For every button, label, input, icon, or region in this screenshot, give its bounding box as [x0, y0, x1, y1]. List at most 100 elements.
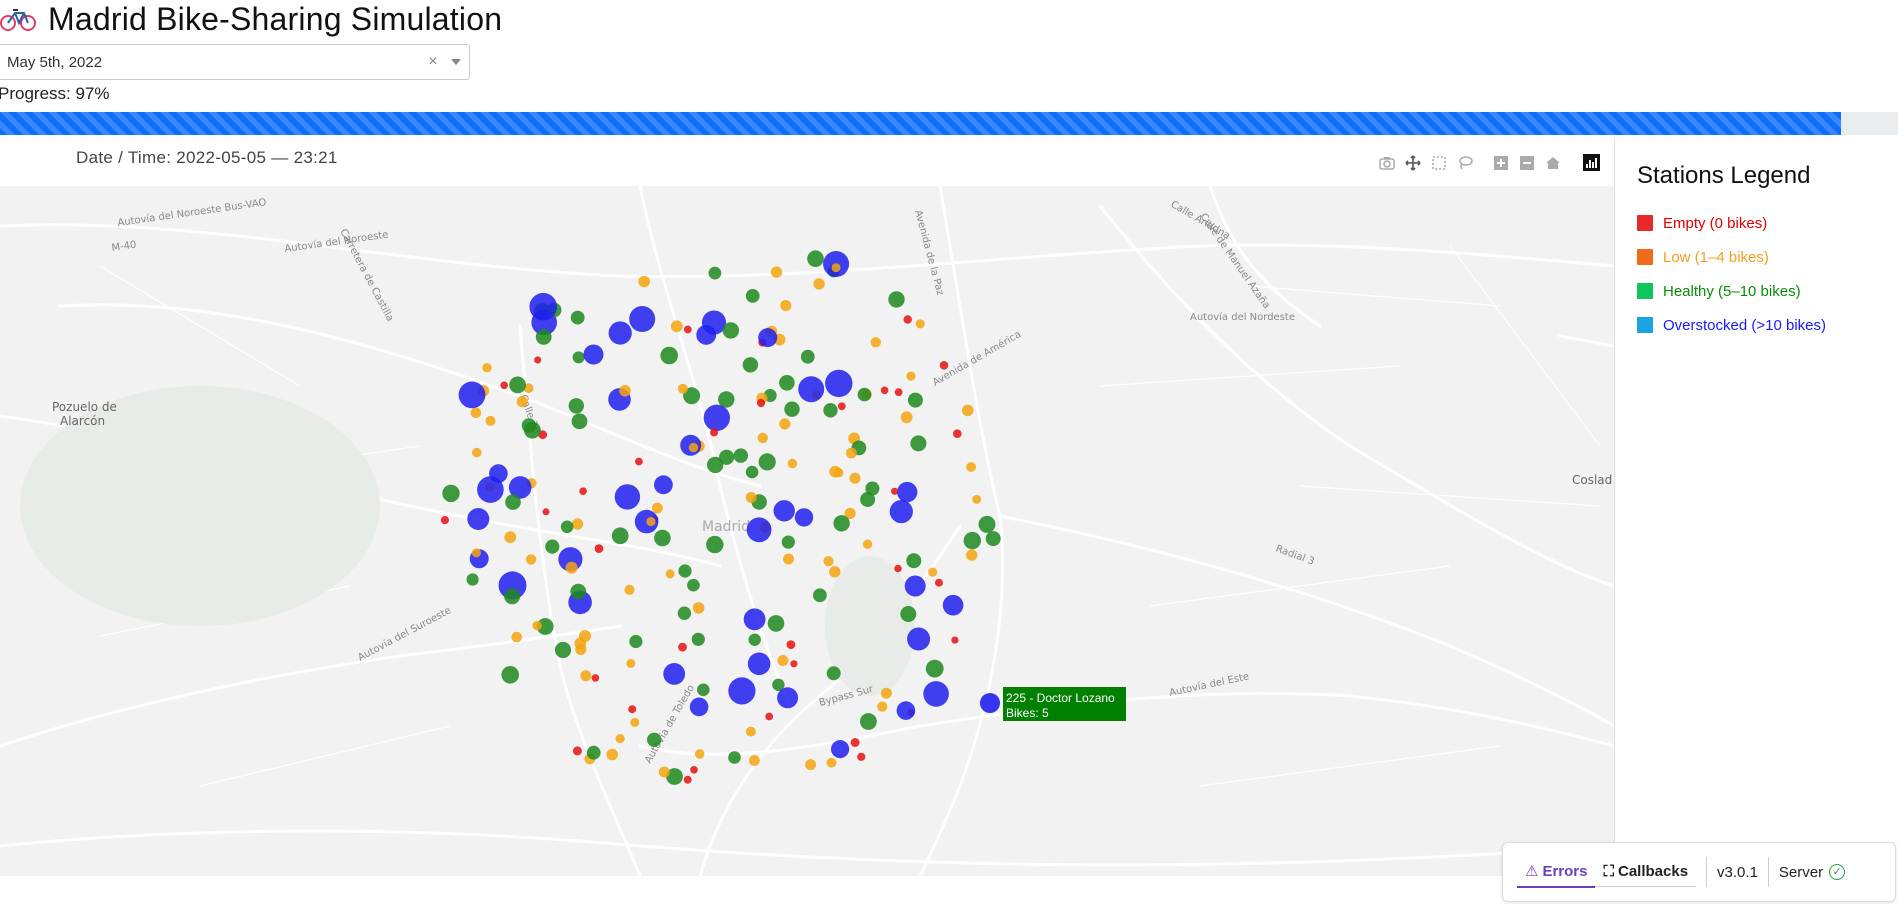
- station-marker[interactable]: [894, 388, 903, 397]
- station-marker[interactable]: [963, 531, 981, 550]
- errors-tab[interactable]: ⚠ Errors: [1517, 856, 1596, 888]
- station-marker[interactable]: [942, 594, 964, 616]
- station-marker[interactable]: [779, 375, 795, 391]
- station-marker[interactable]: [904, 575, 926, 597]
- station-marker[interactable]: [608, 321, 632, 345]
- station-marker[interactable]: [860, 492, 876, 507]
- station-marker[interactable]: [888, 291, 905, 308]
- reset-home-icon[interactable]: [1545, 155, 1561, 171]
- station-marker[interactable]: [718, 391, 735, 408]
- station-marker[interactable]: [683, 325, 692, 334]
- date-picker-value[interactable]: May 5th, 2022: [7, 54, 423, 71]
- station-marker[interactable]: [647, 732, 662, 747]
- station-marker[interactable]: [689, 697, 709, 717]
- station-marker[interactable]: [748, 633, 761, 646]
- station-marker[interactable]: [813, 278, 825, 290]
- station-marker[interactable]: [831, 263, 841, 273]
- station-marker[interactable]: [805, 759, 817, 771]
- station-marker[interactable]: [780, 300, 792, 312]
- station-marker[interactable]: [525, 554, 537, 565]
- station-marker[interactable]: [857, 752, 866, 761]
- station-marker[interactable]: [635, 457, 643, 466]
- station-marker[interactable]: [516, 396, 528, 408]
- station-marker[interactable]: [706, 535, 724, 554]
- station-marker[interactable]: [509, 376, 526, 394]
- station-map[interactable]: Autovía del Noroeste Bus-VAO Autovía del…: [0, 186, 1614, 876]
- station-marker[interactable]: [619, 385, 631, 397]
- station-marker[interactable]: [472, 447, 482, 458]
- station-marker[interactable]: [606, 748, 618, 761]
- station-marker[interactable]: [638, 275, 650, 288]
- station-marker[interactable]: [767, 615, 785, 632]
- station-marker[interactable]: [688, 442, 699, 453]
- station-marker[interactable]: [571, 413, 588, 430]
- station-marker[interactable]: [880, 386, 889, 395]
- station-marker[interactable]: [823, 403, 838, 418]
- station-marker[interactable]: [978, 515, 996, 533]
- plotly-logo-icon[interactable]: [1583, 154, 1600, 171]
- station-marker[interactable]: [524, 421, 541, 439]
- station-marker[interactable]: [529, 292, 557, 321]
- zoom-in-icon[interactable]: [1493, 155, 1509, 171]
- date-picker[interactable]: May 5th, 2022 ×: [0, 44, 470, 80]
- station-marker[interactable]: [626, 658, 636, 668]
- station-marker[interactable]: [860, 713, 877, 730]
- station-marker[interactable]: [907, 627, 931, 651]
- station-marker[interactable]: [652, 502, 663, 514]
- station-marker[interactable]: [591, 674, 600, 682]
- station-marker[interactable]: [935, 578, 943, 587]
- station-marker[interactable]: [747, 652, 771, 676]
- station-marker[interactable]: [594, 544, 604, 553]
- station-marker[interactable]: [568, 398, 584, 414]
- station-marker[interactable]: [900, 606, 917, 622]
- station-marker[interactable]: [787, 458, 798, 469]
- station-marker[interactable]: [614, 484, 641, 510]
- station-marker[interactable]: [850, 738, 860, 747]
- station-marker[interactable]: [829, 566, 841, 578]
- station-marker[interactable]: [583, 344, 604, 365]
- station-marker[interactable]: [837, 402, 846, 411]
- station-marker[interactable]: [894, 564, 902, 573]
- station-marker[interactable]: [728, 751, 741, 764]
- station-marker[interactable]: [683, 775, 692, 784]
- station-marker[interactable]: [743, 608, 766, 631]
- station-marker[interactable]: [554, 641, 572, 659]
- zoom-out-icon[interactable]: [1519, 155, 1535, 171]
- station-marker[interactable]: [779, 418, 791, 430]
- station-marker[interactable]: [966, 462, 976, 472]
- station-marker[interactable]: [745, 289, 760, 303]
- station-marker[interactable]: [953, 429, 962, 438]
- station-marker[interactable]: [572, 351, 585, 364]
- station-marker[interactable]: [646, 516, 656, 527]
- station-marker[interactable]: [749, 755, 760, 766]
- station-marker[interactable]: [777, 655, 789, 666]
- station-marker[interactable]: [746, 517, 772, 543]
- station-marker[interactable]: [692, 602, 705, 614]
- station-marker[interactable]: [939, 361, 949, 370]
- station-marker[interactable]: [534, 356, 542, 364]
- station-marker[interactable]: [903, 315, 912, 324]
- station-marker[interactable]: [777, 687, 799, 709]
- station-marker[interactable]: [624, 584, 635, 595]
- station-marker[interactable]: [466, 573, 479, 586]
- station-marker[interactable]: [665, 569, 675, 579]
- station-marker[interactable]: [972, 494, 982, 504]
- station-marker[interactable]: [906, 371, 916, 381]
- station-marker[interactable]: [571, 518, 584, 530]
- station-marker[interactable]: [579, 630, 591, 642]
- station-marker[interactable]: [542, 508, 550, 516]
- station-marker[interactable]: [925, 659, 944, 678]
- station-marker[interactable]: [813, 588, 827, 603]
- station-marker[interactable]: [891, 487, 899, 495]
- station-marker[interactable]: [745, 726, 756, 737]
- station-marker[interactable]: [570, 310, 585, 325]
- station-marker[interactable]: [722, 322, 739, 339]
- station-marker[interactable]: [485, 415, 496, 426]
- station-marker[interactable]: [586, 745, 601, 760]
- station-marker[interactable]: [765, 712, 774, 721]
- station-marker[interactable]: [658, 766, 670, 778]
- station-marker[interactable]: [708, 266, 722, 280]
- station-marker[interactable]: [440, 516, 449, 525]
- station-marker[interactable]: [629, 306, 656, 332]
- station-marker[interactable]: [501, 666, 519, 684]
